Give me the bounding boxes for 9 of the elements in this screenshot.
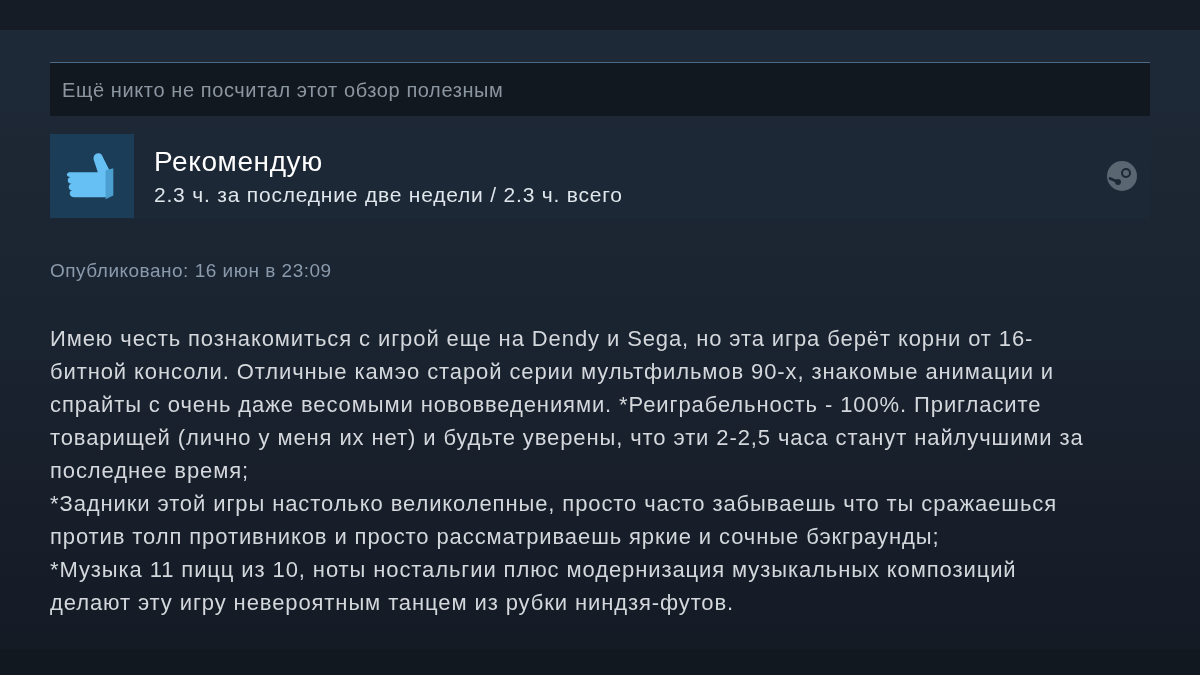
posted-date: Опубликовано: 16 июн в 23:09 (50, 259, 333, 283)
playtime-text: 2.3 ч. за последние две недели / 2.3 ч. всего (154, 183, 623, 205)
thumbs-up-icon (50, 134, 134, 218)
helpful-text: Ещё никто не посчитал этот обзор полезным (62, 77, 504, 103)
verdict-title: Рекомендую (154, 147, 324, 176)
steam-logo-icon (1106, 160, 1138, 192)
review-paragraph: Имею честь познакомиться с игрой еще на Dendy и Sega, но эта игра берёт корни от 16- битной консоли. Отличные камэо старой серии мультфильмов 90-х, знакомые анимации и спрайты с очень даже весомыми нововведениями. *Реиграбельность - 100%. Пригласите товарищей (лично у меня их нет) и будьте уверены, что эти 2-2,5 часа станут найлучшими за последнее время; (50, 324, 1085, 485)
review-paragraph: *Музыка 11 пицц из 10, ноты ностальгии плюс модернизация музыкальных композиций делают эту игру невероятным танцем из рубки ниндзя-футов. (50, 555, 1018, 617)
review-paragraph: *Задники этой игры настолько великолепные, просто часто забываешь что ты сражаешься против толп противников и просто рассматриваешь яркие и сочные бэкграунды; (50, 489, 1058, 551)
